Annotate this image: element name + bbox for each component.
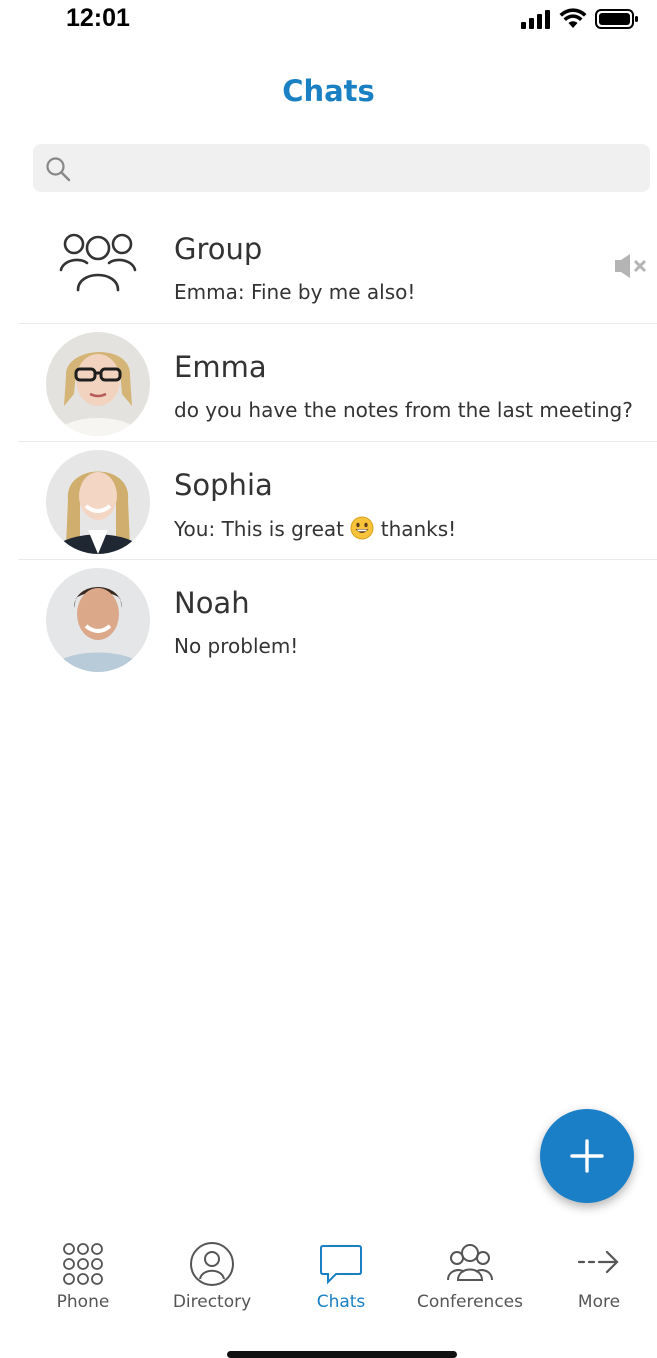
- tab-label: Phone: [56, 1292, 110, 1312]
- avatar: [46, 568, 150, 672]
- search-input[interactable]: [81, 144, 645, 194]
- chat-name: Noah: [174, 586, 250, 620]
- tab-label: Conferences: [416, 1292, 523, 1312]
- avatar: [46, 332, 150, 436]
- status-bar: 12:01: [0, 0, 657, 40]
- tab-chats[interactable]: Chats: [276, 1230, 406, 1312]
- chat-name: Sophia: [174, 468, 273, 502]
- group-icon: [59, 233, 137, 292]
- chat-preview: No problem!: [174, 634, 299, 658]
- tab-label: Chats: [316, 1292, 366, 1312]
- search-bar[interactable]: [33, 144, 650, 194]
- search-icon: [46, 157, 71, 182]
- preview-text: thanks!: [380, 517, 457, 541]
- cellular-signal-icon: [521, 10, 550, 29]
- chat-bubble-icon: [320, 1245, 362, 1285]
- contact-icon: [190, 1242, 234, 1286]
- chat-row-sophia[interactable]: Sophia You: This is great thanks!: [0, 442, 657, 560]
- tab-label: Directory: [172, 1292, 252, 1312]
- avatar: [46, 450, 150, 554]
- arrow-right-icon: [577, 1250, 619, 1274]
- status-icons: [521, 8, 639, 30]
- new-chat-button[interactable]: [540, 1109, 634, 1203]
- chat-preview: do you have the notes from the last meet…: [174, 398, 633, 422]
- tab-directory[interactable]: Directory: [147, 1230, 277, 1312]
- chat-preview: Emma: Fine by me also!: [174, 280, 416, 304]
- grinning-face-icon: [350, 516, 374, 540]
- muted-speaker-icon: [615, 254, 647, 278]
- chat-row-group[interactable]: Group Emma: Fine by me also!: [0, 206, 657, 324]
- chat-list: Group Emma: Fine by me also! Emma do you…: [0, 206, 657, 678]
- page-title: Chats: [282, 74, 375, 108]
- chat-preview: You: This is great thanks!: [174, 516, 456, 541]
- preview-text: You: This is great: [174, 517, 345, 541]
- dialpad-icon: [63, 1243, 103, 1285]
- chat-name: Group: [174, 232, 263, 266]
- chat-row-emma[interactable]: Emma do you have the notes from the last…: [0, 324, 657, 442]
- tab-bar: Phone Directory Chats Conferences More: [0, 1230, 657, 1330]
- tab-phone[interactable]: Phone: [18, 1230, 148, 1312]
- tab-conferences[interactable]: Conferences: [405, 1230, 535, 1312]
- chat-row-noah[interactable]: Noah No problem!: [0, 560, 657, 678]
- battery-icon: [595, 9, 638, 29]
- status-time: 12:01: [66, 4, 130, 32]
- plus-icon: [570, 1139, 604, 1173]
- conference-icon: [447, 1244, 493, 1281]
- wifi-icon: [559, 8, 587, 28]
- tab-more[interactable]: More: [534, 1230, 657, 1312]
- chat-name: Emma: [174, 350, 267, 384]
- home-indicator: [227, 1351, 457, 1358]
- tab-label: More: [577, 1292, 621, 1312]
